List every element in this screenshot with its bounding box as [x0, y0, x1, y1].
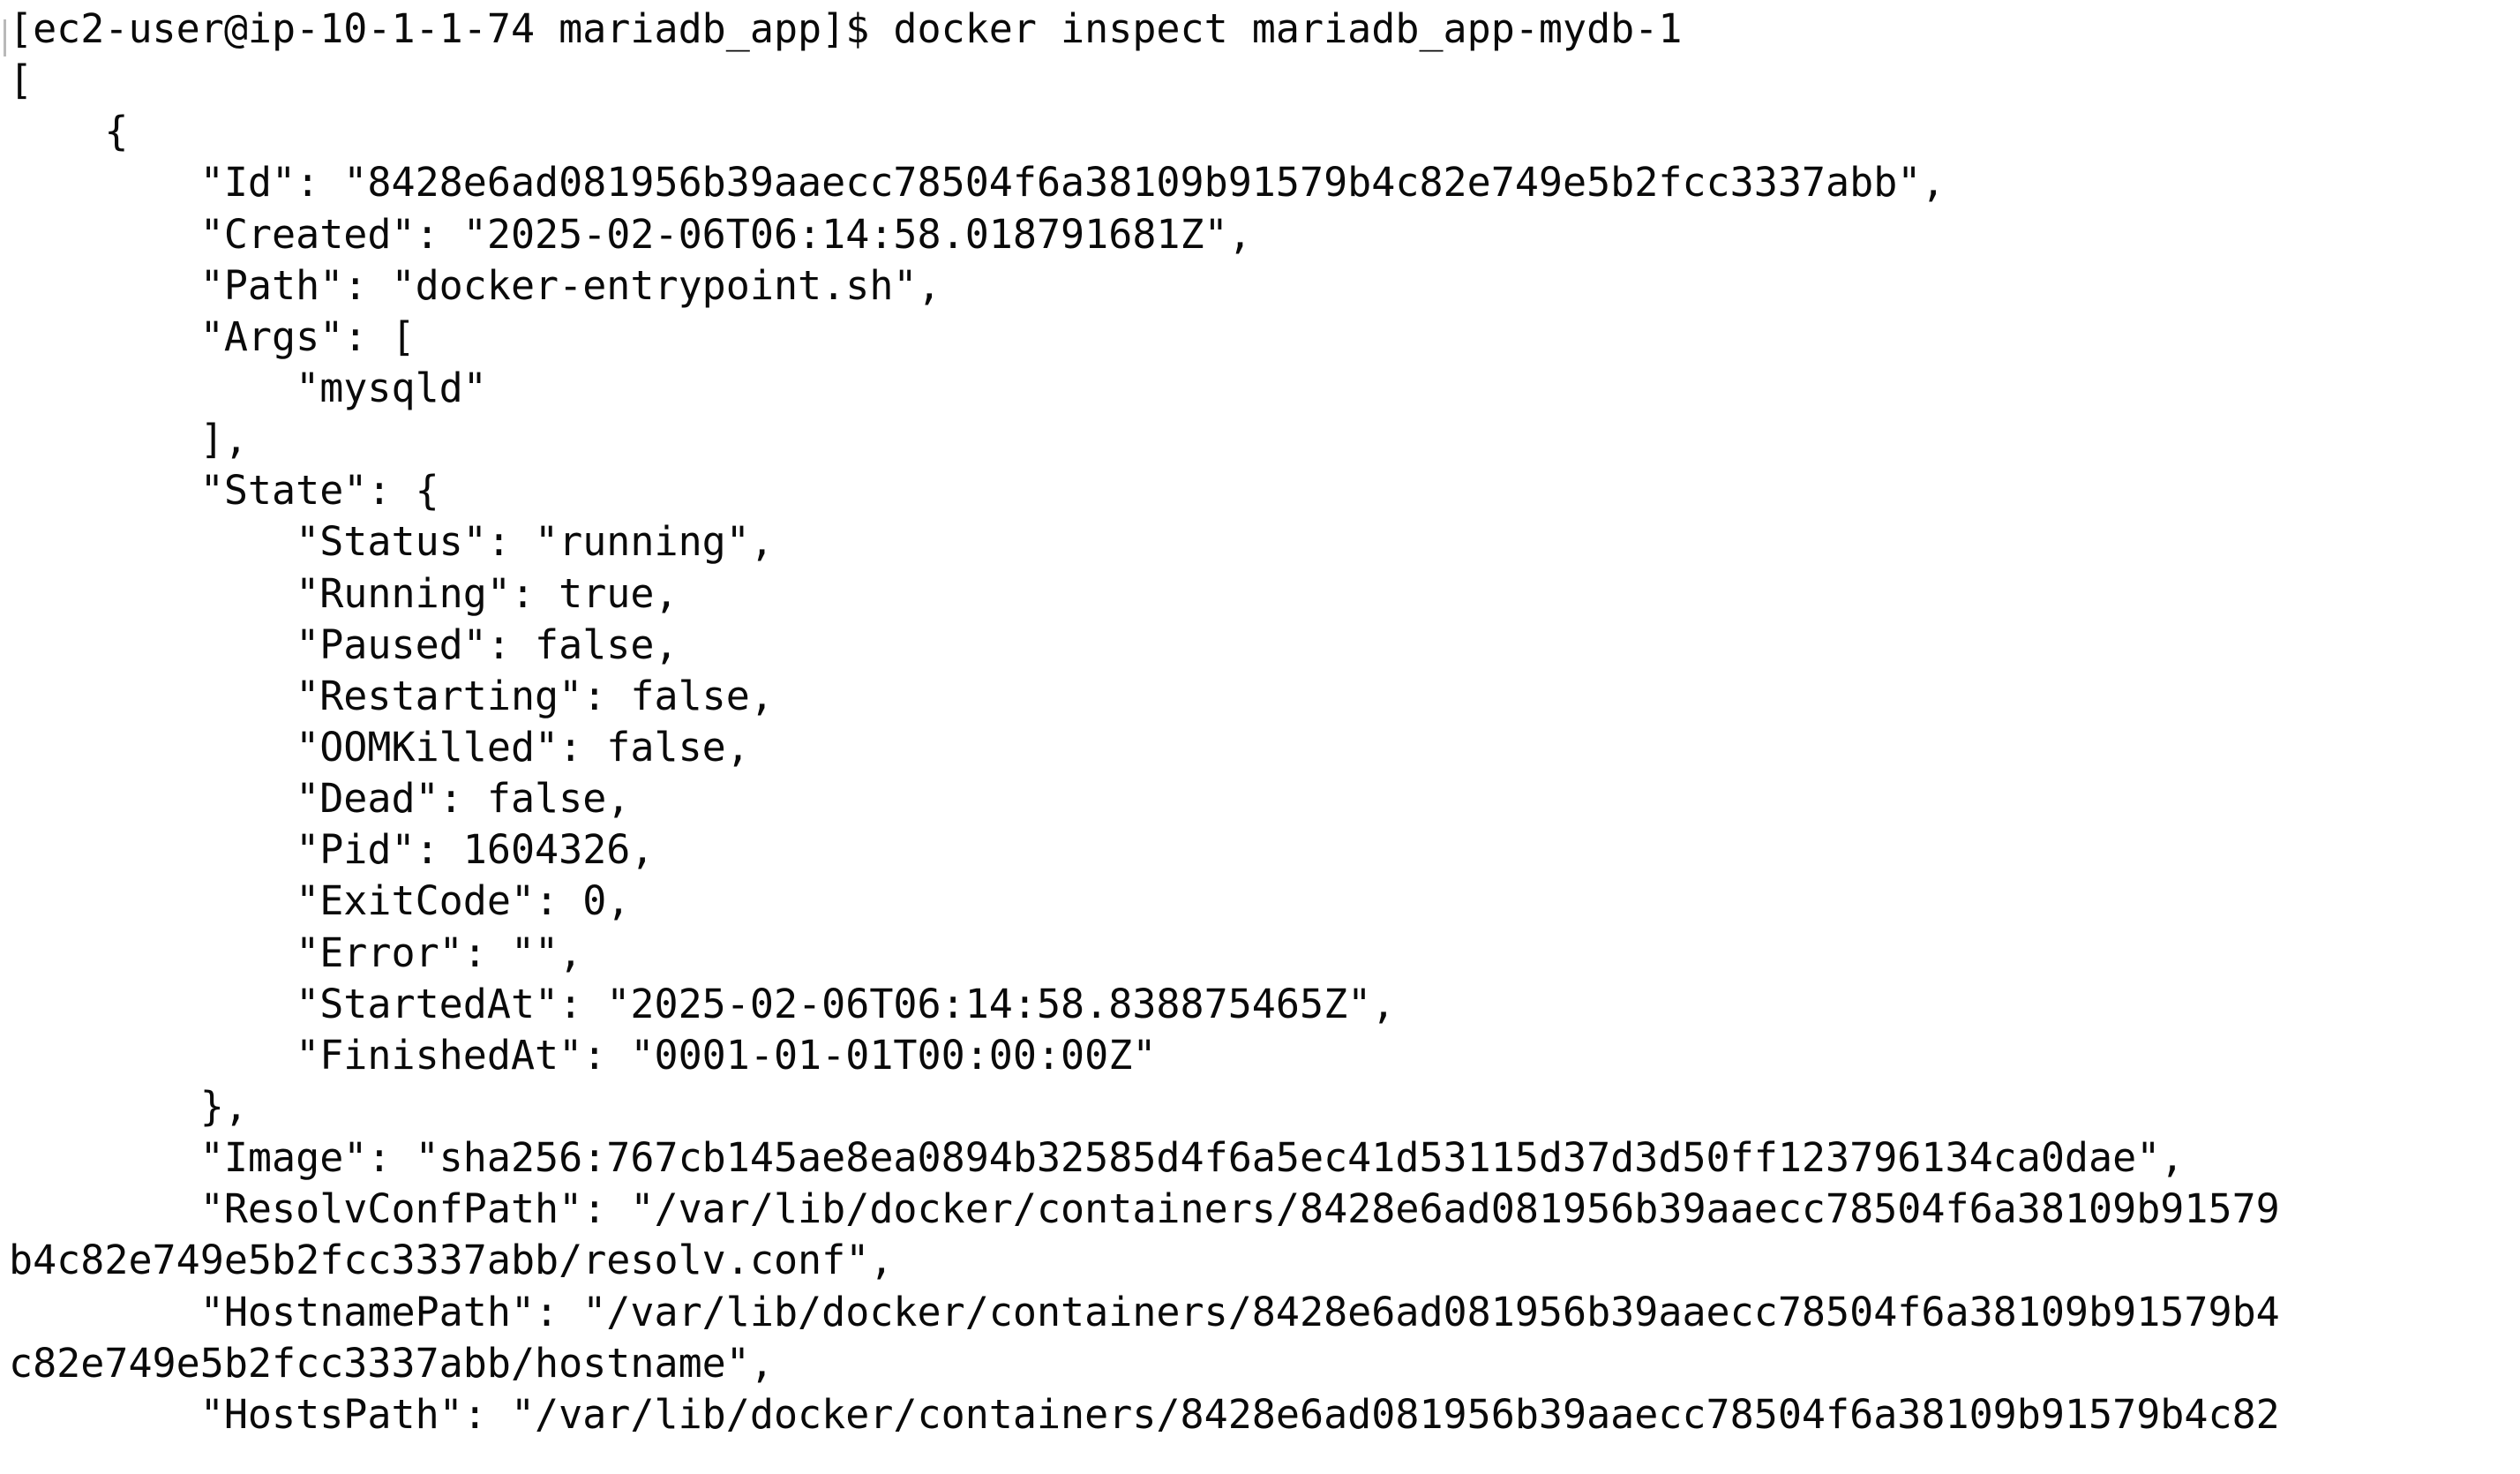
- terminal-line: "Image": "sha256:767cb145ae8ea0894b32585…: [9, 1134, 2185, 1182]
- terminal-line: "OOMKilled": false,: [9, 723, 750, 771]
- terminal-line: "Path": "docker-entrypoint.sh",: [9, 261, 941, 309]
- terminal-window[interactable]: [ec2-user@ip-10-1-1-74 mariadb_app]$ doc…: [0, 0, 2520, 1474]
- terminal-line: {: [9, 108, 129, 155]
- terminal-line: "State": {: [9, 467, 439, 515]
- terminal-line: "Paused": false,: [9, 620, 679, 668]
- terminal-line: "Id": "8428e6ad081956b39aaecc78504f6a381…: [9, 159, 1946, 207]
- terminal-line: "Restarting": false,: [9, 672, 774, 719]
- terminal-line: "Dead": false,: [9, 775, 631, 823]
- terminal-line: "FinishedAt": "0001-01-01T00:00:00Z": [9, 1031, 1157, 1079]
- terminal-line: "StartedAt": "2025-02-06T06:14:58.838875…: [9, 980, 1396, 1027]
- terminal-line: "HostsPath": "/var/lib/docker/containers…: [9, 1390, 2280, 1438]
- terminal-output: [ec2-user@ip-10-1-1-74 mariadb_app]$ doc…: [9, 4, 2280, 1440]
- terminal-line: "Created": "2025-02-06T06:14:58.01879168…: [9, 210, 1252, 258]
- terminal-line: },: [9, 1082, 248, 1130]
- terminal-line: "Args": [: [9, 312, 416, 360]
- terminal-line: "HostnamePath": "/var/lib/docker/contain…: [9, 1288, 2280, 1335]
- terminal-line: "ResolvConfPath": "/var/lib/docker/conta…: [9, 1185, 2280, 1233]
- terminal-line: "Status": "running",: [9, 518, 774, 566]
- terminal-line: "Running": true,: [9, 569, 679, 617]
- terminal-cursor-marker: [4, 19, 6, 56]
- terminal-line: [: [9, 56, 34, 104]
- terminal-line: ],: [9, 416, 248, 463]
- terminal-line: "ExitCode": 0,: [9, 877, 631, 925]
- terminal-line: b4c82e749e5b2fcc3337abb/resolv.conf",: [9, 1237, 894, 1284]
- terminal-line: "Pid": 1604326,: [9, 826, 655, 874]
- terminal-line: "mysqld": [9, 364, 487, 411]
- terminal-line: "Error": "",: [9, 929, 583, 976]
- terminal-line: c82e749e5b2fcc3337abb/hostname",: [9, 1339, 774, 1387]
- terminal-line-prompt: [ec2-user@ip-10-1-1-74 mariadb_app]$ doc…: [9, 5, 1683, 52]
